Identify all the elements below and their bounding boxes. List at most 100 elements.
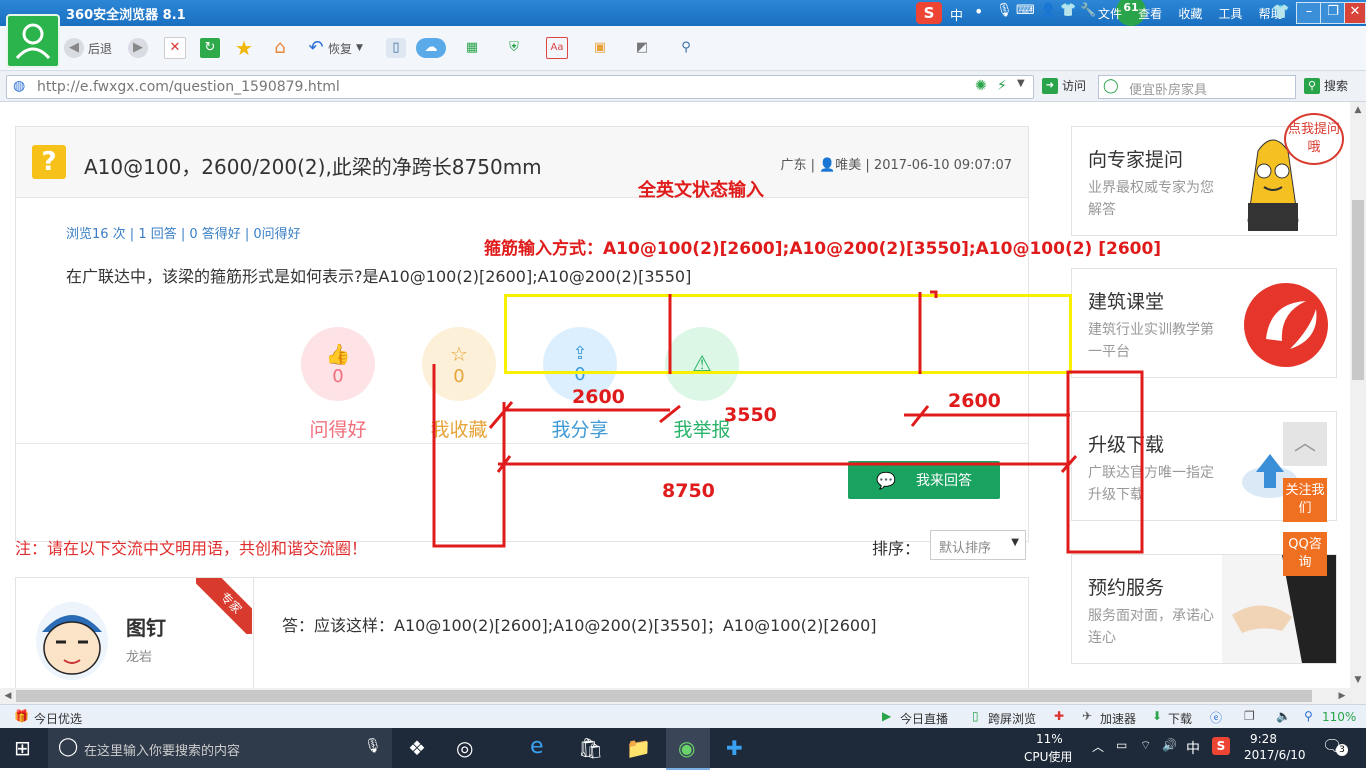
keyboard-icon[interactable]: ⌨ xyxy=(1016,3,1035,18)
restore-tab-button[interactable]: ↶ 恢复 ▼ xyxy=(306,36,363,60)
phone-button[interactable]: ▯ xyxy=(386,36,406,60)
clock-time[interactable]: 9:28 xyxy=(1250,732,1277,746)
microphone-icon[interactable]: 🎙 xyxy=(996,3,1013,18)
app-spiral-icon[interactable]: ◎ xyxy=(456,736,473,760)
scroll-right-icon[interactable]: ▶ xyxy=(1334,688,1350,704)
today-live[interactable]: 今日直播 xyxy=(900,710,948,727)
annotation-total-8750: 8750 xyxy=(662,480,715,502)
cross-screen[interactable]: 跨屏浏览 xyxy=(988,710,1036,727)
file-explorer-icon[interactable]: 📁 xyxy=(626,736,651,760)
apps-button[interactable]: ▦ xyxy=(462,36,482,60)
annotation-dimension-lines xyxy=(432,290,1144,554)
status-bar: 🎁 今日优选 ▶ 今日直播 ▯ 跨屏浏览 ✚ ✈ 加速器 ⬇ 下载 ⓔ ❐ 🔈 … xyxy=(0,704,1366,729)
translate-icon: Aa xyxy=(546,37,568,59)
home-button[interactable]: ⌂ xyxy=(270,36,290,60)
tray-ime[interactable]: 中 xyxy=(1186,738,1200,758)
task-view-icon[interactable]: ❖ xyxy=(408,736,426,760)
vertical-scrollbar[interactable]: ▲ ▼ xyxy=(1350,102,1366,688)
search-engine-icon: ◯ xyxy=(1103,78,1119,94)
speed-icon: ✺ xyxy=(975,78,987,94)
menu-tools[interactable]: 工具 xyxy=(1218,7,1242,21)
user-avatar-button[interactable] xyxy=(6,14,60,68)
download-icon: ⬇ xyxy=(1152,709,1163,723)
annotation-dim-2600-left: 2600 xyxy=(572,386,625,408)
translate-button[interactable]: Aa xyxy=(546,36,568,60)
sogou-ime-icon[interactable]: S xyxy=(916,2,942,24)
skin-icon[interactable]: 👕 xyxy=(1272,4,1289,20)
window-title: 360安全浏览器 8.1 xyxy=(66,8,186,23)
search-button[interactable]: ⚲ 搜索 xyxy=(1304,77,1348,94)
globe-icon: ◍ xyxy=(13,78,26,94)
today-picks[interactable]: 今日优选 xyxy=(34,710,82,727)
cloud-icon: ☁ xyxy=(416,38,446,58)
app-plus-icon[interactable]: ✚ xyxy=(726,736,743,760)
accelerator[interactable]: 加速器 xyxy=(1100,710,1136,727)
store-icon[interactable]: 🛍 xyxy=(578,736,603,760)
screenshot-button[interactable]: ▣ xyxy=(590,36,610,60)
game-button[interactable]: ◩ xyxy=(632,36,652,60)
vertical-scroll-thumb[interactable] xyxy=(1352,200,1364,380)
refresh-icon: ↻ xyxy=(200,38,220,58)
url-input[interactable]: ◍ http://e.fwxgx.com/question_1590879.ht… xyxy=(6,75,1034,99)
screenshot-icon: ▣ xyxy=(593,40,607,55)
chevron-down-icon: ▼ xyxy=(356,43,363,53)
go-arrow-icon: ➜ xyxy=(1042,77,1058,94)
annotation-dim-2600-right: 2600 xyxy=(948,390,1001,412)
favorite-button[interactable]: ★ xyxy=(234,36,254,60)
wifi-icon[interactable]: ⌔ xyxy=(1140,738,1151,753)
ie-icon[interactable]: ⓔ xyxy=(1210,709,1222,726)
refresh-button[interactable]: ↻ xyxy=(200,36,220,60)
battery-icon[interactable]: ▭ xyxy=(1116,738,1127,752)
search-icon: ⚲ xyxy=(1304,77,1320,94)
gamepad-icon: ◩ xyxy=(635,40,649,55)
forward-button[interactable]: ▶ xyxy=(128,36,148,60)
window-icon[interactable]: ❐ xyxy=(1244,709,1255,723)
cloud-button[interactable]: ☁ xyxy=(416,36,446,60)
horizontal-scrollbar[interactable]: ◀ ▶ xyxy=(0,688,1366,704)
shirt-icon[interactable]: 👕 xyxy=(1060,3,1076,18)
horizontal-scroll-thumb[interactable] xyxy=(16,690,1312,702)
close-button[interactable]: ✕ xyxy=(1344,2,1366,24)
menu-file[interactable]: 文件 xyxy=(1098,7,1122,21)
zoom-level[interactable]: 110% xyxy=(1322,710,1356,724)
sogou-tray-icon[interactable]: S xyxy=(1212,737,1230,755)
scroll-down-icon[interactable]: ▼ xyxy=(1350,672,1366,688)
edge-browser-icon[interactable]: e xyxy=(530,734,544,759)
menu-view[interactable]: 查看 xyxy=(1138,7,1162,21)
visit-button[interactable]: ➜ 访问 xyxy=(1042,77,1086,94)
search-input[interactable]: ◯ 便宜卧房家具 xyxy=(1098,75,1296,99)
medkit-icon[interactable]: ✚ xyxy=(1054,709,1064,723)
user-icon[interactable]: 👤 xyxy=(1040,3,1056,18)
volume-icon[interactable]: 🔈 xyxy=(1276,709,1291,723)
taskbar-360-browser[interactable]: ◉ xyxy=(666,728,710,770)
restore-button[interactable]: ❐ xyxy=(1320,2,1346,24)
clock-date[interactable]: 2017/6/10 xyxy=(1244,748,1306,762)
address-bar: ◍ http://e.fwxgx.com/question_1590879.ht… xyxy=(0,71,1366,102)
zoom-icon: ⚲ xyxy=(1304,709,1313,723)
tray-chevron-icon[interactable]: ︿ xyxy=(1092,738,1104,755)
cpu-percent: 11% xyxy=(1036,732,1063,746)
shield-icon: ⛨ xyxy=(509,40,519,55)
cortana-icon: ◯ xyxy=(58,736,79,757)
page-content: ? A10@100，2600/200(2),此梁的净跨长8750mm 广东 | … xyxy=(0,102,1350,694)
speaker-icon[interactable]: 🔊 xyxy=(1162,738,1177,752)
scroll-left-icon[interactable]: ◀ xyxy=(0,688,16,704)
shield-button[interactable]: ⛨ xyxy=(504,36,524,60)
download[interactable]: 下载 xyxy=(1168,710,1192,727)
back-button[interactable]: ◀ 后退 xyxy=(64,36,112,60)
undo-icon: ↶ xyxy=(308,37,324,58)
ime-mode[interactable]: 中 xyxy=(950,5,963,24)
url-dropdown-icon[interactable]: ▼ xyxy=(1017,78,1025,89)
zoom-button[interactable]: ⚲ xyxy=(676,36,696,60)
notification-count: 3 xyxy=(1336,744,1348,756)
microphone-icon[interactable]: 🎙 xyxy=(364,738,382,754)
minimize-button[interactable]: – xyxy=(1296,2,1322,24)
scroll-up-icon[interactable]: ▲ xyxy=(1350,102,1366,118)
menu-bar: 文件 查看 收藏 工具 帮助 xyxy=(1086,5,1283,22)
stop-button[interactable]: ✕ xyxy=(164,36,186,60)
taskbar-search-input[interactable]: ◯ 在这里输入你要搜索的内容 🎙 xyxy=(48,728,392,768)
menu-favorites[interactable]: 收藏 xyxy=(1178,7,1202,21)
windows-start-icon[interactable]: ⊞ xyxy=(14,736,31,760)
ime-punct[interactable]: • xyxy=(974,2,983,21)
forward-arrow-icon: ▶ xyxy=(128,38,148,58)
